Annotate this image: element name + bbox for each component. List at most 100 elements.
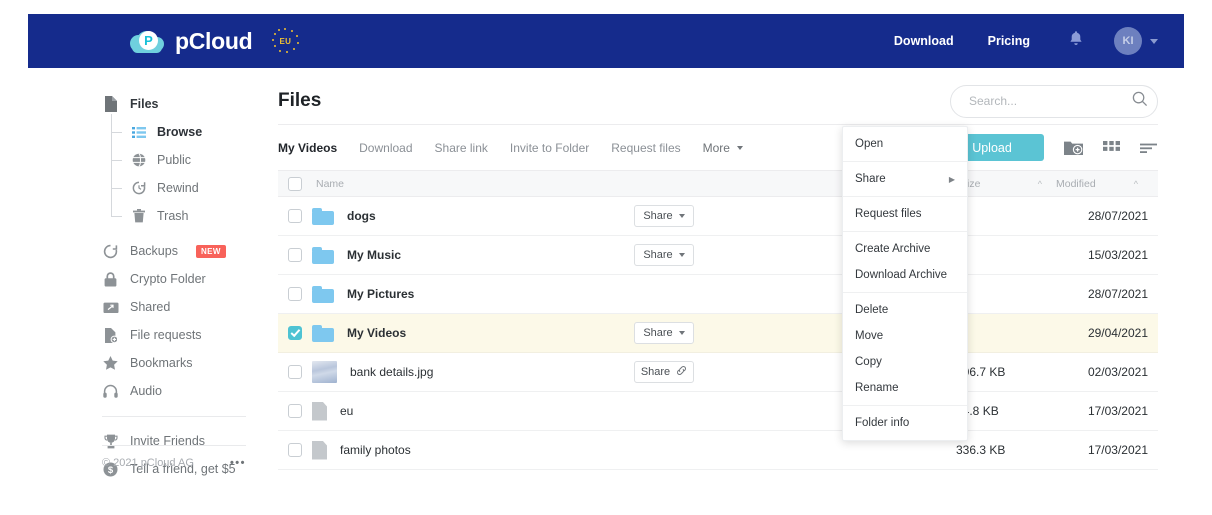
file-name-cell[interactable]: family photos [312,430,634,470]
sidebar-item-public[interactable]: Public [111,146,268,174]
table-row[interactable]: My Videos Share -29/04/2021 [278,313,1158,353]
context-menu-item[interactable]: Request files [843,201,967,227]
bell-icon[interactable] [1068,30,1084,52]
document-icon [312,401,327,421]
context-menu-item[interactable]: Move [843,323,967,349]
sidebar-item-crypto-folder[interactable]: Crypto Folder [102,265,268,293]
context-menu-item[interactable]: Create Archive [843,236,967,262]
file-name-cell[interactable]: bank details.jpg [312,352,634,392]
share-button[interactable]: Share [634,322,694,344]
brand-logo[interactable]: P pCloud [130,27,253,55]
file-modified-date: 29/04/2021 [1052,313,1158,353]
row-select-cell [278,235,312,275]
share-button[interactable]: Share [634,205,694,227]
row-select-cell [278,391,312,431]
brand-name: pCloud [175,27,253,54]
row-select-cell [278,196,312,236]
toolbar-link-share-link[interactable]: Share link [435,141,488,155]
share-button[interactable]: Share [634,361,694,383]
sidebar-item-file-requests[interactable]: File requests [102,321,268,349]
action-toolbar: My Videos Download Share link Invite to … [278,124,1158,170]
file-name: dogs [347,209,376,223]
sidebar-item-rewind[interactable]: Rewind [111,174,268,202]
page-title: Files [278,90,322,111]
sidebar-item-trash[interactable]: Trash [111,202,268,230]
toolbar-link-invite-to-folder[interactable]: Invite to Folder [510,141,589,155]
nav-download[interactable]: Download [894,34,954,48]
context-menu-item[interactable]: Folder info [843,410,967,436]
sidebar-item-backups[interactable]: Backups NEW [102,237,268,265]
row-checkbox[interactable] [288,443,302,457]
context-menu-item[interactable]: Open [843,131,967,157]
context-menu-divider [843,405,967,406]
sidebar-item-bookmarks[interactable]: Bookmarks [102,349,268,377]
row-checkbox[interactable] [288,404,302,418]
new-folder-icon[interactable] [1064,140,1083,156]
context-menu-item-label: Share [855,173,886,185]
more-options-icon[interactable]: ••• [230,457,246,469]
sidebar-item-label: Audio [130,384,162,398]
status-badge: NEW [195,244,226,258]
table-row[interactable]: My Music Share -15/03/2021 [278,235,1158,275]
file-name-cell[interactable]: My Pictures [312,274,634,314]
sidebar-item-files[interactable]: Files [102,90,268,118]
toolbar-link-my-videos[interactable]: My Videos [278,141,337,155]
sidebar-item-label: Backups [130,244,178,258]
sidebar-item-label: Public [157,153,192,167]
share-button[interactable]: Share [634,244,694,266]
table-header: Name ^ Size ^ Modified [278,170,1158,197]
backup-icon [102,244,119,259]
submenu-arrow-icon: ▶ [948,174,955,184]
sidebar-item-shared[interactable]: Shared [102,293,268,321]
file-name-cell[interactable]: eu [312,391,634,431]
context-menu: Open Share ▶ Request files Create Archive Dow… [842,126,968,441]
sidebar-item-audio[interactable]: Audio [102,377,268,405]
toolbar-link-request-files[interactable]: Request files [611,141,680,155]
row-checkbox[interactable] [288,287,302,301]
sort-asc-icon: ^ [1037,178,1042,189]
file-name-cell[interactable]: My Videos [312,313,634,353]
table-row[interactable]: family photos 336.3 KB 17/03/2021 [278,430,1158,470]
select-all-checkbox[interactable] [288,176,302,191]
table-row[interactable]: dogs Share -28/07/2021 [278,196,1158,236]
column-header-size[interactable]: Size ^ [956,170,1052,197]
file-size: - [956,313,1052,353]
search-box[interactable] [950,84,1158,118]
table-row[interactable]: eu 94.8 KB 17/03/2021 [278,391,1158,431]
toolbar-link-download[interactable]: Download [359,141,412,155]
shared-icon [102,301,119,314]
context-menu-item[interactable]: Delete [843,297,967,323]
grid-view-icon[interactable] [1103,140,1120,156]
context-menu-divider [843,292,967,293]
row-checkbox[interactable] [288,248,302,262]
search-input[interactable] [969,94,1124,108]
row-select-cell [278,352,312,392]
row-checkbox[interactable] [288,209,302,223]
column-header-modified[interactable]: Modified ^ [1052,170,1158,197]
context-menu-item[interactable]: Share ▶ [843,166,967,192]
file-size: - [956,235,1052,275]
sidebar-item-label: Bookmarks [130,356,193,370]
context-menu-item[interactable]: Download Archive [843,262,967,288]
toolbar-more-dropdown[interactable]: More [703,141,743,155]
file-name-cell[interactable]: dogs [312,196,634,236]
row-checkbox[interactable] [288,326,302,340]
sort-list-icon[interactable] [1140,141,1158,155]
table-row[interactable]: bank details.jpg Share 206.7 KB 02/03/2021 [278,352,1158,392]
row-checkbox[interactable] [288,365,302,379]
chevron-down-icon [678,214,685,218]
file-name: eu [340,404,354,418]
file-name-cell[interactable]: My Music [312,235,634,275]
sidebar-item-browse[interactable]: Browse [111,118,268,146]
context-menu-item[interactable]: Rename [843,375,967,401]
cloud-logo-icon: P [130,28,164,54]
search-icon[interactable] [1132,91,1148,112]
user-menu[interactable]: KI [1114,27,1158,55]
table-row[interactable]: My Pictures -28/07/2021 [278,274,1158,314]
star-icon [102,356,119,370]
file-name: My Music [347,248,402,262]
row-select-cell [278,430,312,470]
context-menu-item[interactable]: Copy [843,349,967,375]
sidebar-item-label: Shared [130,300,171,314]
nav-pricing[interactable]: Pricing [988,34,1030,48]
